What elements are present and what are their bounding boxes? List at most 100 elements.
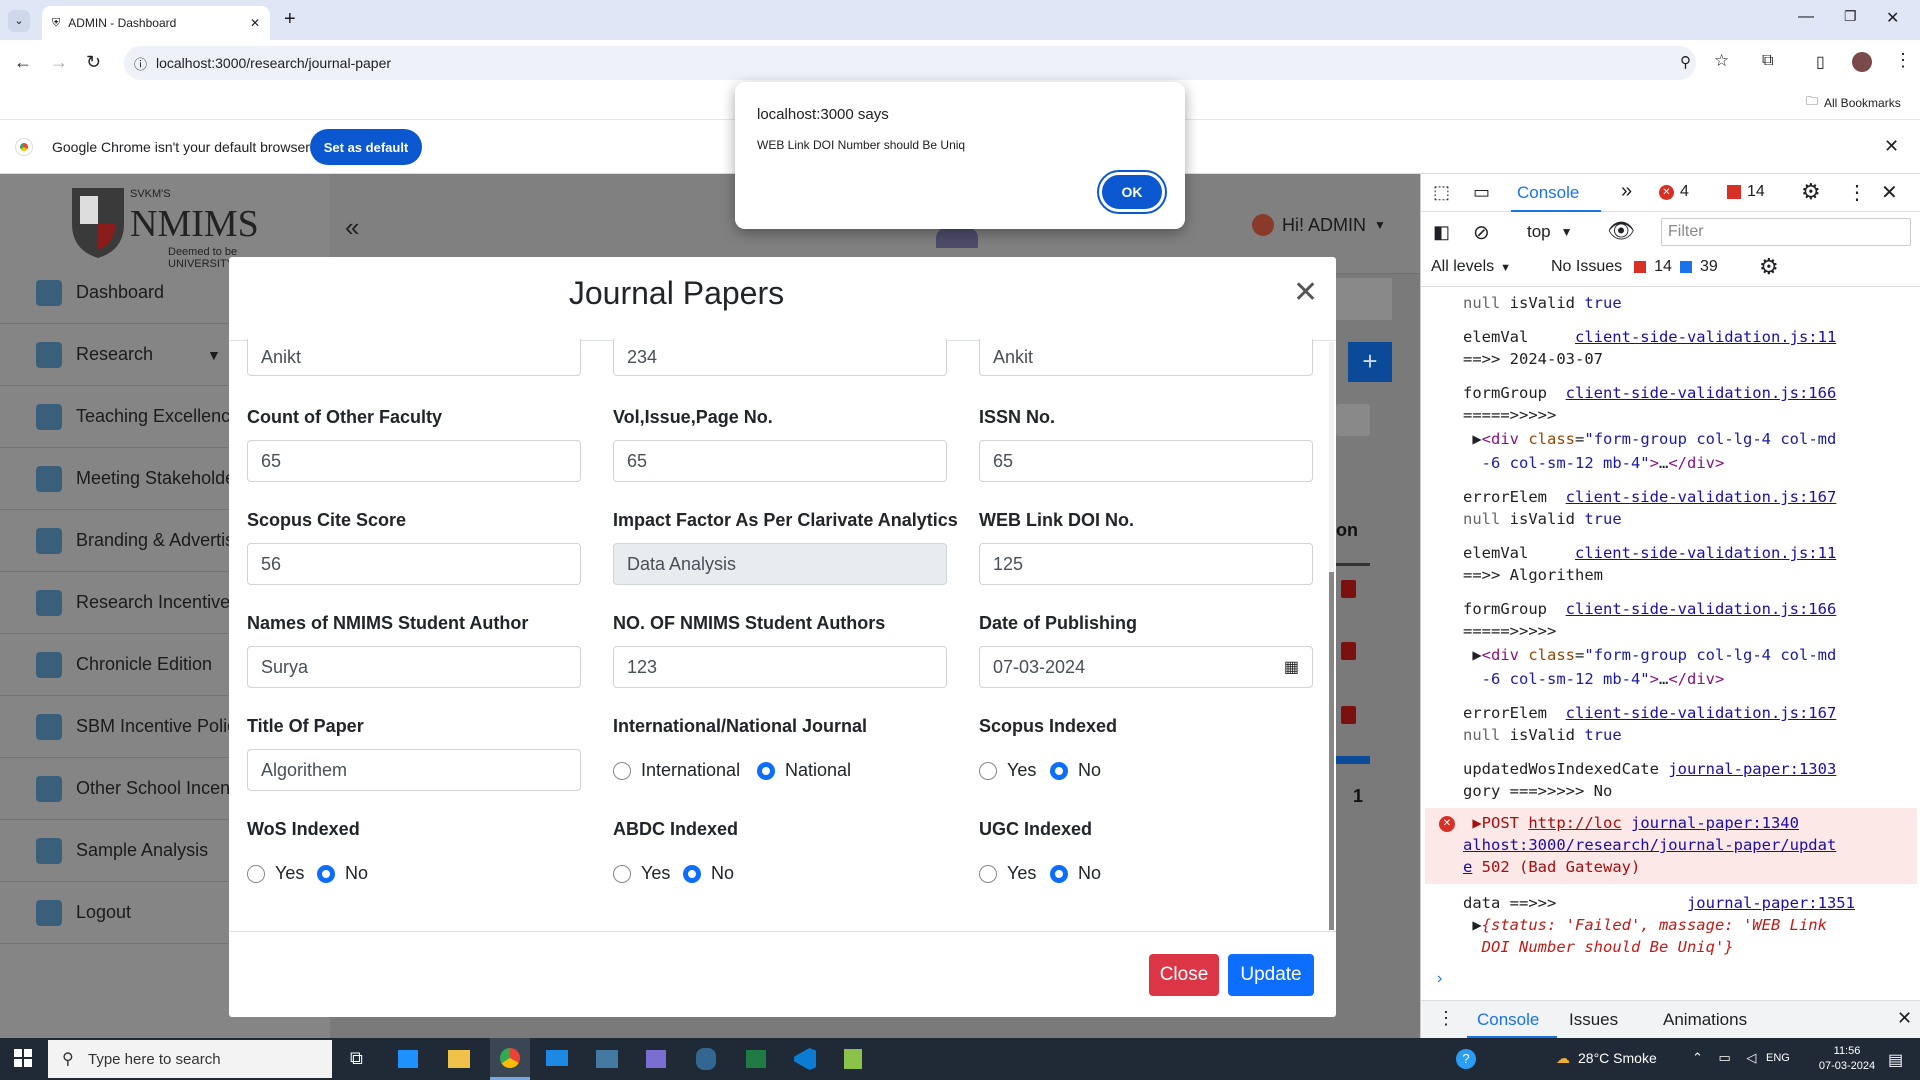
radio-national[interactable]: National: [757, 760, 851, 781]
user-menu[interactable]: Hi! ADMIN ▼: [1252, 214, 1386, 236]
mail-icon[interactable]: [546, 1050, 568, 1066]
devtools-close-icon[interactable]: ✕: [1881, 180, 1898, 205]
publishing-date-field[interactable]: 07-03-2024 ▦: [979, 646, 1313, 688]
radio-abdc-yes[interactable]: Yes: [613, 863, 670, 884]
console-line[interactable]: ▶<div class="form-group col-lg-4 col-md: [1463, 646, 1836, 664]
help-icon[interactable]: ?: [1456, 1049, 1476, 1069]
reload-icon[interactable]: ↻: [86, 52, 101, 73]
radio-scopus-no[interactable]: No: [1050, 760, 1101, 781]
address-bar[interactable]: ⓘ localhost:3000/research/journal-paper …: [124, 46, 1729, 80]
settings-gear-icon[interactable]: ⚙: [1801, 179, 1821, 205]
set-default-button[interactable]: Set as default: [310, 129, 422, 165]
radio-circle-selected[interactable]: [1050, 864, 1068, 883]
language-indicator[interactable]: ENG: [1766, 1052, 1790, 1064]
file-explorer-icon[interactable]: [448, 1050, 470, 1068]
error-count[interactable]: ✕ 4: [1659, 183, 1689, 201]
mysql-icon[interactable]: [596, 1050, 618, 1068]
source-link[interactable]: client-side-validation.js:167: [1566, 488, 1837, 506]
student-author-count-field[interactable]: 123: [613, 646, 947, 688]
radio-international[interactable]: International: [613, 760, 740, 781]
drawer-tab-issues[interactable]: Issues: [1569, 1010, 1618, 1030]
source-link[interactable]: client-side-validation.js:166: [1566, 384, 1837, 402]
excel-icon[interactable]: [746, 1050, 766, 1068]
delete-icon[interactable]: [1341, 706, 1356, 724]
console-line[interactable]: ▶{status: 'Failed', massage: 'WEB Link: [1463, 916, 1827, 934]
windows-start-icon[interactable]: [14, 1049, 32, 1067]
modal-scrollbar[interactable]: [1329, 342, 1334, 930]
weather[interactable]: ☁ 28°C Smoke: [1556, 1050, 1657, 1067]
chrome-menu-icon[interactable]: ⋮: [1894, 50, 1912, 71]
postgres-icon[interactable]: [696, 1048, 716, 1070]
live-expression-icon[interactable]: 👁: [1607, 218, 1635, 244]
first-author-field[interactable]: Anikt: [247, 339, 581, 376]
radio-circle[interactable]: [613, 864, 631, 883]
task-view-icon[interactable]: ⧉: [350, 1048, 363, 1069]
forward-icon[interactable]: →: [50, 52, 68, 73]
doi-field[interactable]: 125: [979, 543, 1313, 585]
student-author-names-field[interactable]: Surya: [247, 646, 581, 688]
update-button[interactable]: Update: [1228, 954, 1314, 996]
window-close-icon[interactable]: ✕: [1886, 8, 1899, 28]
page-number[interactable]: 1: [1353, 786, 1363, 807]
console-line[interactable]: ▶<div class="form-group col-lg-4 col-md: [1463, 430, 1836, 448]
radio-circle[interactable]: [613, 761, 631, 780]
drawer-close-icon[interactable]: ✕: [1897, 1008, 1912, 1029]
title-of-paper-field[interactable]: Algorithem: [247, 749, 581, 791]
console-filter-input[interactable]: Filter: [1661, 218, 1911, 246]
device-toolbar-icon[interactable]: ▭: [1473, 182, 1490, 203]
store-icon[interactable]: [398, 1050, 418, 1068]
inspect-icon[interactable]: ⬚: [1433, 182, 1450, 203]
radio-ugc-yes[interactable]: Yes: [979, 863, 1036, 884]
taskbar-search[interactable]: ⚲ Type here to search: [48, 1040, 332, 1078]
notepad-icon[interactable]: [844, 1049, 862, 1069]
clear-console-icon[interactable]: ⊘: [1473, 220, 1490, 245]
restore-icon[interactable]: ❐: [1844, 8, 1857, 25]
source-link[interactable]: client-side-validation.js:167: [1566, 704, 1837, 722]
infobar-close-icon[interactable]: ✕: [1884, 136, 1899, 157]
source-link[interactable]: client-side-validation.js:11: [1575, 544, 1836, 562]
source-link[interactable]: journal-paper:1303: [1668, 760, 1836, 778]
vol-issue-field[interactable]: 65: [613, 440, 947, 482]
notification-icon[interactable]: ▤: [1888, 1050, 1903, 1070]
drawer-tab-console[interactable]: Console: [1477, 1010, 1539, 1030]
radio-circle-selected[interactable]: [683, 864, 701, 883]
radio-circle-selected[interactable]: [757, 761, 775, 780]
console-settings-icon[interactable]: ⚙: [1759, 254, 1779, 280]
alert-ok-button[interactable]: OK: [1097, 170, 1167, 214]
log-levels-select[interactable]: All levels ▼: [1431, 258, 1511, 278]
warning-count[interactable]: 14: [1727, 183, 1765, 201]
add-button[interactable]: +: [1348, 342, 1392, 382]
drawer-menu-icon[interactable]: ⋮: [1437, 1008, 1455, 1029]
radio-wos-yes[interactable]: Yes: [247, 863, 304, 884]
side-panel-icon[interactable]: ▯: [1816, 52, 1825, 72]
radio-circle[interactable]: [979, 761, 997, 780]
collapse-sidebar-icon[interactable]: «: [345, 212, 359, 243]
console-prompt-icon[interactable]: ›: [1437, 970, 1442, 988]
calendar-icon[interactable]: ▦: [1284, 657, 1299, 677]
new-tab-icon[interactable]: +: [284, 8, 296, 31]
context-select[interactable]: top ▼: [1527, 222, 1573, 242]
app-icon[interactable]: [646, 1050, 666, 1068]
source-link[interactable]: client-side-validation.js:166: [1566, 600, 1837, 618]
clock[interactable]: 11:56 07-03-2024: [1812, 1044, 1882, 1074]
tab-search-icon[interactable]: ⌄: [8, 10, 30, 32]
radio-circle[interactable]: [247, 864, 265, 883]
delete-icon[interactable]: [1341, 580, 1356, 598]
radio-circle-selected[interactable]: [317, 864, 335, 883]
back-icon[interactable]: ←: [14, 52, 32, 73]
profile-avatar[interactable]: [1852, 52, 1872, 72]
tab-console[interactable]: Console: [1517, 183, 1579, 203]
issn-field[interactable]: 65: [979, 440, 1313, 482]
radio-circle[interactable]: [979, 864, 997, 883]
devtools-menu-icon[interactable]: ⋮: [1847, 180, 1867, 205]
close-button[interactable]: Close: [1149, 954, 1219, 996]
sidebar-toggle-icon[interactable]: ◧: [1433, 222, 1450, 243]
bookmark-star-icon[interactable]: ☆: [1714, 51, 1729, 71]
close-tab-icon[interactable]: ✕: [250, 16, 260, 30]
zoom-icon[interactable]: ⚲: [1680, 53, 1691, 71]
modal-close-icon[interactable]: ✕: [1293, 275, 1318, 310]
source-link[interactable]: client-side-validation.js:11: [1575, 328, 1836, 346]
radio-wos-no[interactable]: No: [317, 863, 368, 884]
browser-tab[interactable]: ⛨ ADMIN - Dashboard ✕: [42, 6, 270, 40]
extensions-icon[interactable]: ⧉: [1762, 52, 1773, 70]
